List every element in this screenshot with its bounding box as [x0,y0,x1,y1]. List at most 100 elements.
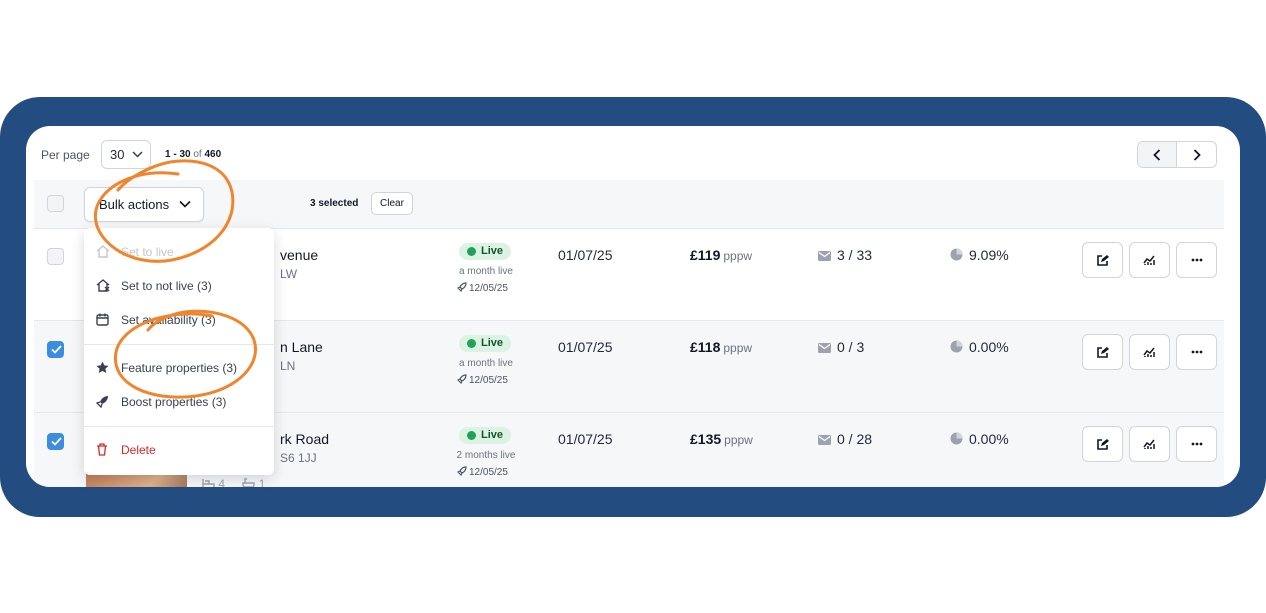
menu-item-label: Boost properties (3) [121,395,227,409]
available-date: 01/07/25 [558,431,613,447]
chevron-down-icon [132,151,143,158]
analytics-icon [1143,439,1155,449]
chevron-right-icon [1193,148,1201,161]
analytics-icon [1143,255,1155,265]
property-postcode: S6 1JJ [280,451,317,465]
range-total: 460 [204,149,222,160]
price-value: £119 [690,247,721,263]
property-specs: 4 1 [202,477,265,487]
rocket-icon [456,374,467,385]
live-duration: a month live [459,266,513,277]
menu-item-set-not-live[interactable]: Set to not live (3) [84,272,274,300]
menu-item-label: Set to live [121,245,174,259]
status-badge: Live [459,427,512,444]
menu-item-feature-properties[interactable]: Feature properties (3) [84,354,274,382]
envelope-icon [818,251,831,261]
house-off-icon [96,279,110,292]
bed-icon [202,479,215,487]
bulk-actions-menu: Set to live Set to not live (3) Set avai… [84,228,274,475]
boost-date-value: 12/05/25 [469,467,508,478]
enquiries-value: 0 / 3 [837,339,865,355]
enquiries: 3 / 33 [818,247,872,263]
more-options-button[interactable] [1176,426,1217,462]
property-title[interactable]: venue [280,247,318,263]
next-page-button[interactable] [1177,142,1216,167]
edit-icon [1097,438,1109,450]
conversion-rate: 9.09% [950,247,1009,263]
enquiries: 0 / 28 [818,431,872,447]
more-horizontal-icon [1191,350,1202,354]
bedroom-count: 4 [218,477,226,487]
menu-item-set-live[interactable]: Set to live [84,238,274,266]
enquiries-value: 3 / 33 [837,247,873,263]
per-page-value: 30 [110,147,125,162]
menu-item-delete[interactable]: Delete [84,436,274,464]
chevron-down-icon [179,200,191,208]
menu-divider [84,426,274,427]
analytics-icon [1143,347,1155,357]
boost-date-value: 12/05/25 [469,375,508,386]
pager [1137,141,1217,168]
status-badge: Live [459,243,512,260]
pie-chart-icon [950,248,963,261]
edit-icon [1097,254,1109,266]
edit-button[interactable] [1082,334,1123,370]
clear-selection-button[interactable]: Clear [371,192,413,215]
conversion-rate: 0.00% [950,339,1009,355]
menu-item-set-availability[interactable]: Set availability (3) [84,306,274,334]
menu-item-boost-properties[interactable]: Boost properties (3) [84,388,274,416]
status-badge: Live [459,335,512,352]
analytics-button[interactable] [1129,242,1170,278]
row-checkbox[interactable] [47,341,64,358]
prev-page-button[interactable] [1138,142,1178,167]
conversion-value: 9.09% [969,247,1009,263]
boost-date: 12/05/25 [456,282,508,294]
property-postcode: LN [280,359,296,373]
range-start-end: 1 - 30 [165,149,191,160]
property-postcode: LW [280,267,298,281]
table-header-row: Bulk actions 3 selected Clear [34,180,1224,228]
bathroom-count: 1 [258,477,266,487]
property-title[interactable]: rk Road [280,431,329,447]
per-page-label: Per page [41,148,90,162]
per-page-select[interactable]: 30 [101,140,151,169]
bulk-actions-button[interactable]: Bulk actions [84,187,204,222]
select-all-checkbox[interactable] [47,195,64,212]
menu-item-label: Feature properties (3) [121,361,238,375]
menu-item-label: Delete [121,443,156,457]
pie-chart-icon [950,340,963,353]
property-title[interactable]: n Lane [280,339,323,355]
more-options-button[interactable] [1176,334,1217,370]
envelope-icon [818,343,831,353]
selected-count: 3 selected [310,198,359,209]
checkmark-icon [51,345,62,354]
chevron-left-icon [1153,148,1161,161]
envelope-icon [818,435,831,445]
menu-item-label: Set to not live (3) [121,279,212,293]
checkmark-icon [51,437,62,446]
price-value: £118 [690,339,721,355]
row-checkbox[interactable] [47,433,64,450]
bath-icon [242,478,256,487]
analytics-button[interactable] [1129,334,1170,370]
more-options-button[interactable] [1176,242,1217,278]
range-indicator: 1 - 30 of 460 [165,149,221,160]
pie-chart-icon [950,432,963,445]
conversion-rate: 0.00% [950,431,1009,447]
conversion-value: 0.00% [969,431,1009,447]
edit-button[interactable] [1082,426,1123,462]
price-unit: pppw [723,341,753,355]
calendar-icon [96,313,109,326]
analytics-button[interactable] [1129,426,1170,462]
live-duration: a month live [459,358,513,369]
row-checkbox[interactable] [47,248,64,265]
star-icon [96,361,109,373]
enquiries-value: 0 / 28 [837,431,873,447]
menu-item-label: Set availability (3) [121,313,216,327]
price-unit: pppw [723,249,753,263]
bulk-actions-label: Bulk actions [99,197,170,212]
enquiries: 0 / 3 [818,339,864,355]
trash-icon [97,443,107,456]
edit-button[interactable] [1082,242,1123,278]
range-of: of [193,149,202,160]
